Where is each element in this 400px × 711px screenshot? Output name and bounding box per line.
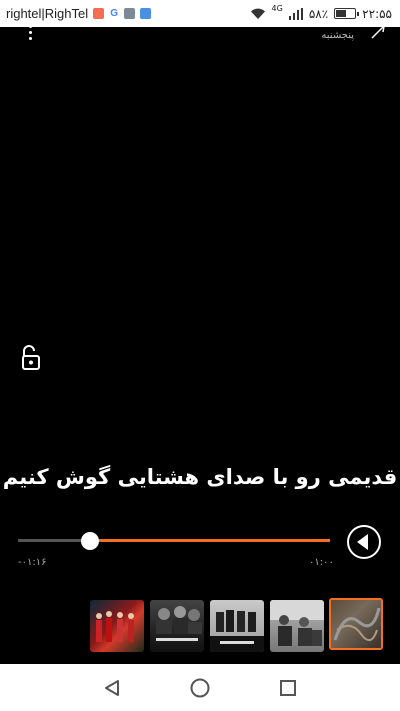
back-button[interactable]	[99, 675, 125, 701]
remaining-time: -۰۱:۱۶	[18, 557, 47, 568]
wifi-icon	[250, 8, 265, 19]
forward-arrow-icon[interactable]	[370, 23, 386, 39]
status-right: 4G ۵۸٪ ۲۲:۵۵	[250, 4, 392, 21]
day-label: پنجشنبه	[321, 30, 354, 41]
home-button[interactable]	[187, 675, 213, 701]
elapsed-time: ۰۱:۰۰	[309, 557, 334, 568]
messenger-notification-icon	[140, 8, 152, 19]
thumbnail-item[interactable]	[90, 600, 144, 652]
thumbnail-art	[270, 600, 324, 646]
thumbnail-item[interactable]	[150, 600, 204, 652]
video-caption: قدیمی رو با صدای هشتایی گوش کنیم	[2, 465, 398, 489]
thumbnail-art	[96, 611, 134, 642]
thumbnail-strip	[90, 598, 384, 654]
play-button[interactable]	[347, 525, 381, 559]
battery-icon	[334, 8, 360, 19]
thumbnail-art	[333, 607, 381, 641]
notification-app-icon	[93, 8, 105, 19]
thumbnail-item-selected[interactable]	[329, 598, 383, 650]
home-circle-icon	[190, 678, 210, 697]
google-icon: G	[109, 8, 120, 19]
clock: ۲۲:۵۵	[362, 6, 392, 21]
player-top-bar: پنجشنبه	[0, 24, 400, 49]
back-triangle-icon	[105, 679, 119, 696]
thumbnail-item[interactable]	[210, 600, 264, 652]
network-type: 4G	[271, 4, 283, 13]
play-icon	[357, 534, 368, 550]
thumbnail-item[interactable]	[270, 600, 324, 652]
status-left: rightel|RighTel G	[6, 6, 152, 21]
gallery-notification-icon	[124, 8, 136, 19]
carrier-name: rightel|RighTel	[6, 6, 89, 21]
thumbnail-art	[156, 606, 202, 641]
seek-progress	[89, 539, 330, 542]
navigation-bar	[0, 664, 400, 711]
recents-square-icon	[280, 679, 296, 696]
thumbnail-art	[210, 610, 264, 652]
signal-icon	[288, 7, 303, 20]
recents-button[interactable]	[275, 675, 301, 701]
battery-percent: ۵۸٪	[308, 6, 329, 21]
battery-level	[336, 10, 346, 17]
seek-bar[interactable]	[18, 532, 330, 550]
seek-thumb[interactable]	[80, 532, 99, 550]
status-bar: rightel|RighTel G 4G ۵۸٪ ۲۲:۵۵	[0, 0, 400, 27]
more-options-icon[interactable]	[22, 25, 38, 43]
unlock-icon[interactable]	[18, 344, 44, 372]
